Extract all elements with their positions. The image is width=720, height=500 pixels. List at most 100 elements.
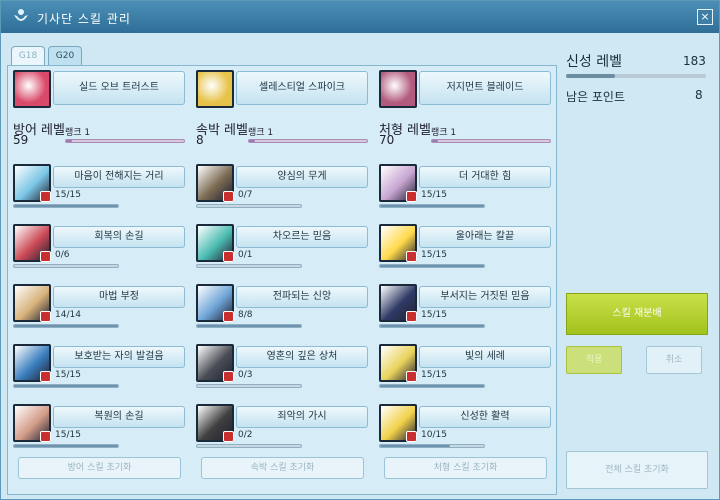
skill-progress-fill [14,325,118,327]
skill-lock-badge [40,191,51,202]
skill-count: 15/15 [55,430,81,440]
skill-icon[interactable] [196,164,234,202]
skill-icon[interactable] [379,344,417,382]
category-level: 70 [379,133,395,147]
skill-lock-badge [406,431,417,442]
category-rank-bar [431,139,551,143]
skill-name[interactable]: 울아래는 칼끝 [419,226,551,248]
category-rank: 랭크 1 [431,128,457,138]
skill-icon[interactable] [13,224,51,262]
skill-window: 기사단 스킬 관리 × G18 G20 실드 오브 트러스트 셀레스티얼 스파이크… [0,0,720,500]
top-skill-name[interactable]: 저지먼트 블레이드 [419,71,551,105]
category-reset-button[interactable]: 방어 스킬 초기화 [18,457,181,479]
skill-progress-bar [13,444,119,448]
skill-icon[interactable] [196,284,234,322]
top-skill-icon[interactable] [379,70,417,108]
skill-icon[interactable] [13,404,51,442]
skill-name[interactable]: 보호받는 자의 발걸음 [53,346,185,368]
top-skill-icon[interactable] [196,70,234,108]
skill-lock-badge [406,311,417,322]
skill-name[interactable]: 마법 부정 [53,286,185,308]
tab-g20[interactable]: G20 [48,46,82,66]
top-skill-name[interactable]: 셀레스티얼 스파이크 [236,71,368,105]
skill-name[interactable]: 부서지는 거짓된 믿음 [419,286,551,308]
category-level: 8 [196,133,204,147]
skill-progress-fill [14,445,118,447]
top-skill-icon[interactable] [13,70,51,108]
close-button[interactable]: × [697,9,713,25]
skill-progress-bar [196,384,302,388]
skill-lock-badge [40,371,51,382]
skill-count: 0/2 [238,430,253,440]
skill-lock-badge [40,431,51,442]
skill-name[interactable]: 빛의 세례 [419,346,551,368]
skill-lock-badge [406,251,417,262]
skill-count: 15/15 [421,370,447,380]
skill-count: 14/14 [55,310,81,320]
skill-progress-fill [14,385,118,387]
skill-name[interactable]: 마음이 전해지는 거리 [53,166,185,188]
skill-progress-fill [197,325,301,327]
skill-icon[interactable] [379,164,417,202]
skill-icon[interactable] [196,404,234,442]
skill-name[interactable]: 전파되는 신앙 [236,286,368,308]
skill-count: 15/15 [55,370,81,380]
knight-crest-icon [14,9,28,21]
skill-progress-bar [196,324,302,328]
skill-icon[interactable] [379,224,417,262]
skill-progress-fill [380,325,484,327]
skill-progress-bar [379,264,485,268]
skill-name[interactable]: 차오르는 믿음 [236,226,368,248]
skill-icon[interactable] [13,344,51,382]
skill-icon[interactable] [196,344,234,382]
skill-progress-bar [379,444,485,448]
skill-icon[interactable] [379,284,417,322]
skill-progress-bar [13,384,119,388]
skill-count: 15/15 [55,190,81,200]
skill-name[interactable]: 더 거대한 힘 [419,166,551,188]
apply-button[interactable]: 적용 [566,346,622,374]
redistribute-button[interactable]: 스킬 재분배 [566,293,708,335]
skill-lock-badge [40,311,51,322]
skill-lock-badge [223,431,234,442]
holy-level-bar [566,74,706,78]
skill-count: 0/7 [238,190,253,200]
holy-level-fill [566,74,615,78]
skill-count: 10/15 [421,430,447,440]
skill-count: 15/15 [421,190,447,200]
skill-lock-badge [40,251,51,262]
skill-progress-fill [380,205,484,207]
skill-name[interactable]: 신성한 활력 [419,406,551,428]
full-reset-button[interactable]: 전체 스킬 초기화 [566,451,708,489]
skill-progress-bar [196,444,302,448]
holy-level-label: 신성 레벨 [566,54,622,70]
skill-icon[interactable] [13,164,51,202]
holy-level-value: 183 [683,54,706,68]
skill-progress-bar [379,204,485,208]
skill-lock-badge [223,311,234,322]
skill-name[interactable]: 회복의 손길 [53,226,185,248]
skill-icon[interactable] [379,404,417,442]
skill-name[interactable]: 죄악의 가시 [236,406,368,428]
skill-name[interactable]: 영혼의 깊은 상처 [236,346,368,368]
skill-icon[interactable] [196,224,234,262]
skill-progress-fill [380,265,484,267]
skill-lock-badge [223,191,234,202]
category-reset-button[interactable]: 속박 스킬 초기화 [201,457,364,479]
skill-count: 15/15 [421,250,447,260]
category-rank-bar [65,139,185,143]
skill-count: 0/1 [238,250,253,260]
skill-icon[interactable] [13,284,51,322]
skill-progress-fill [380,445,450,447]
skill-count: 8/8 [238,310,253,320]
cancel-button[interactable]: 취소 [646,346,702,374]
skill-name[interactable]: 복원의 손길 [53,406,185,428]
tab-g18[interactable]: G18 [11,46,45,66]
title-bar[interactable]: 기사단 스킬 관리 × [1,1,719,33]
skill-name[interactable]: 양심의 무게 [236,166,368,188]
category-reset-button[interactable]: 처형 스킬 초기화 [384,457,547,479]
top-skill-name[interactable]: 실드 오브 트러스트 [53,71,185,105]
skill-count: 0/3 [238,370,253,380]
skill-progress-bar [13,204,119,208]
category-level: 59 [13,133,29,147]
